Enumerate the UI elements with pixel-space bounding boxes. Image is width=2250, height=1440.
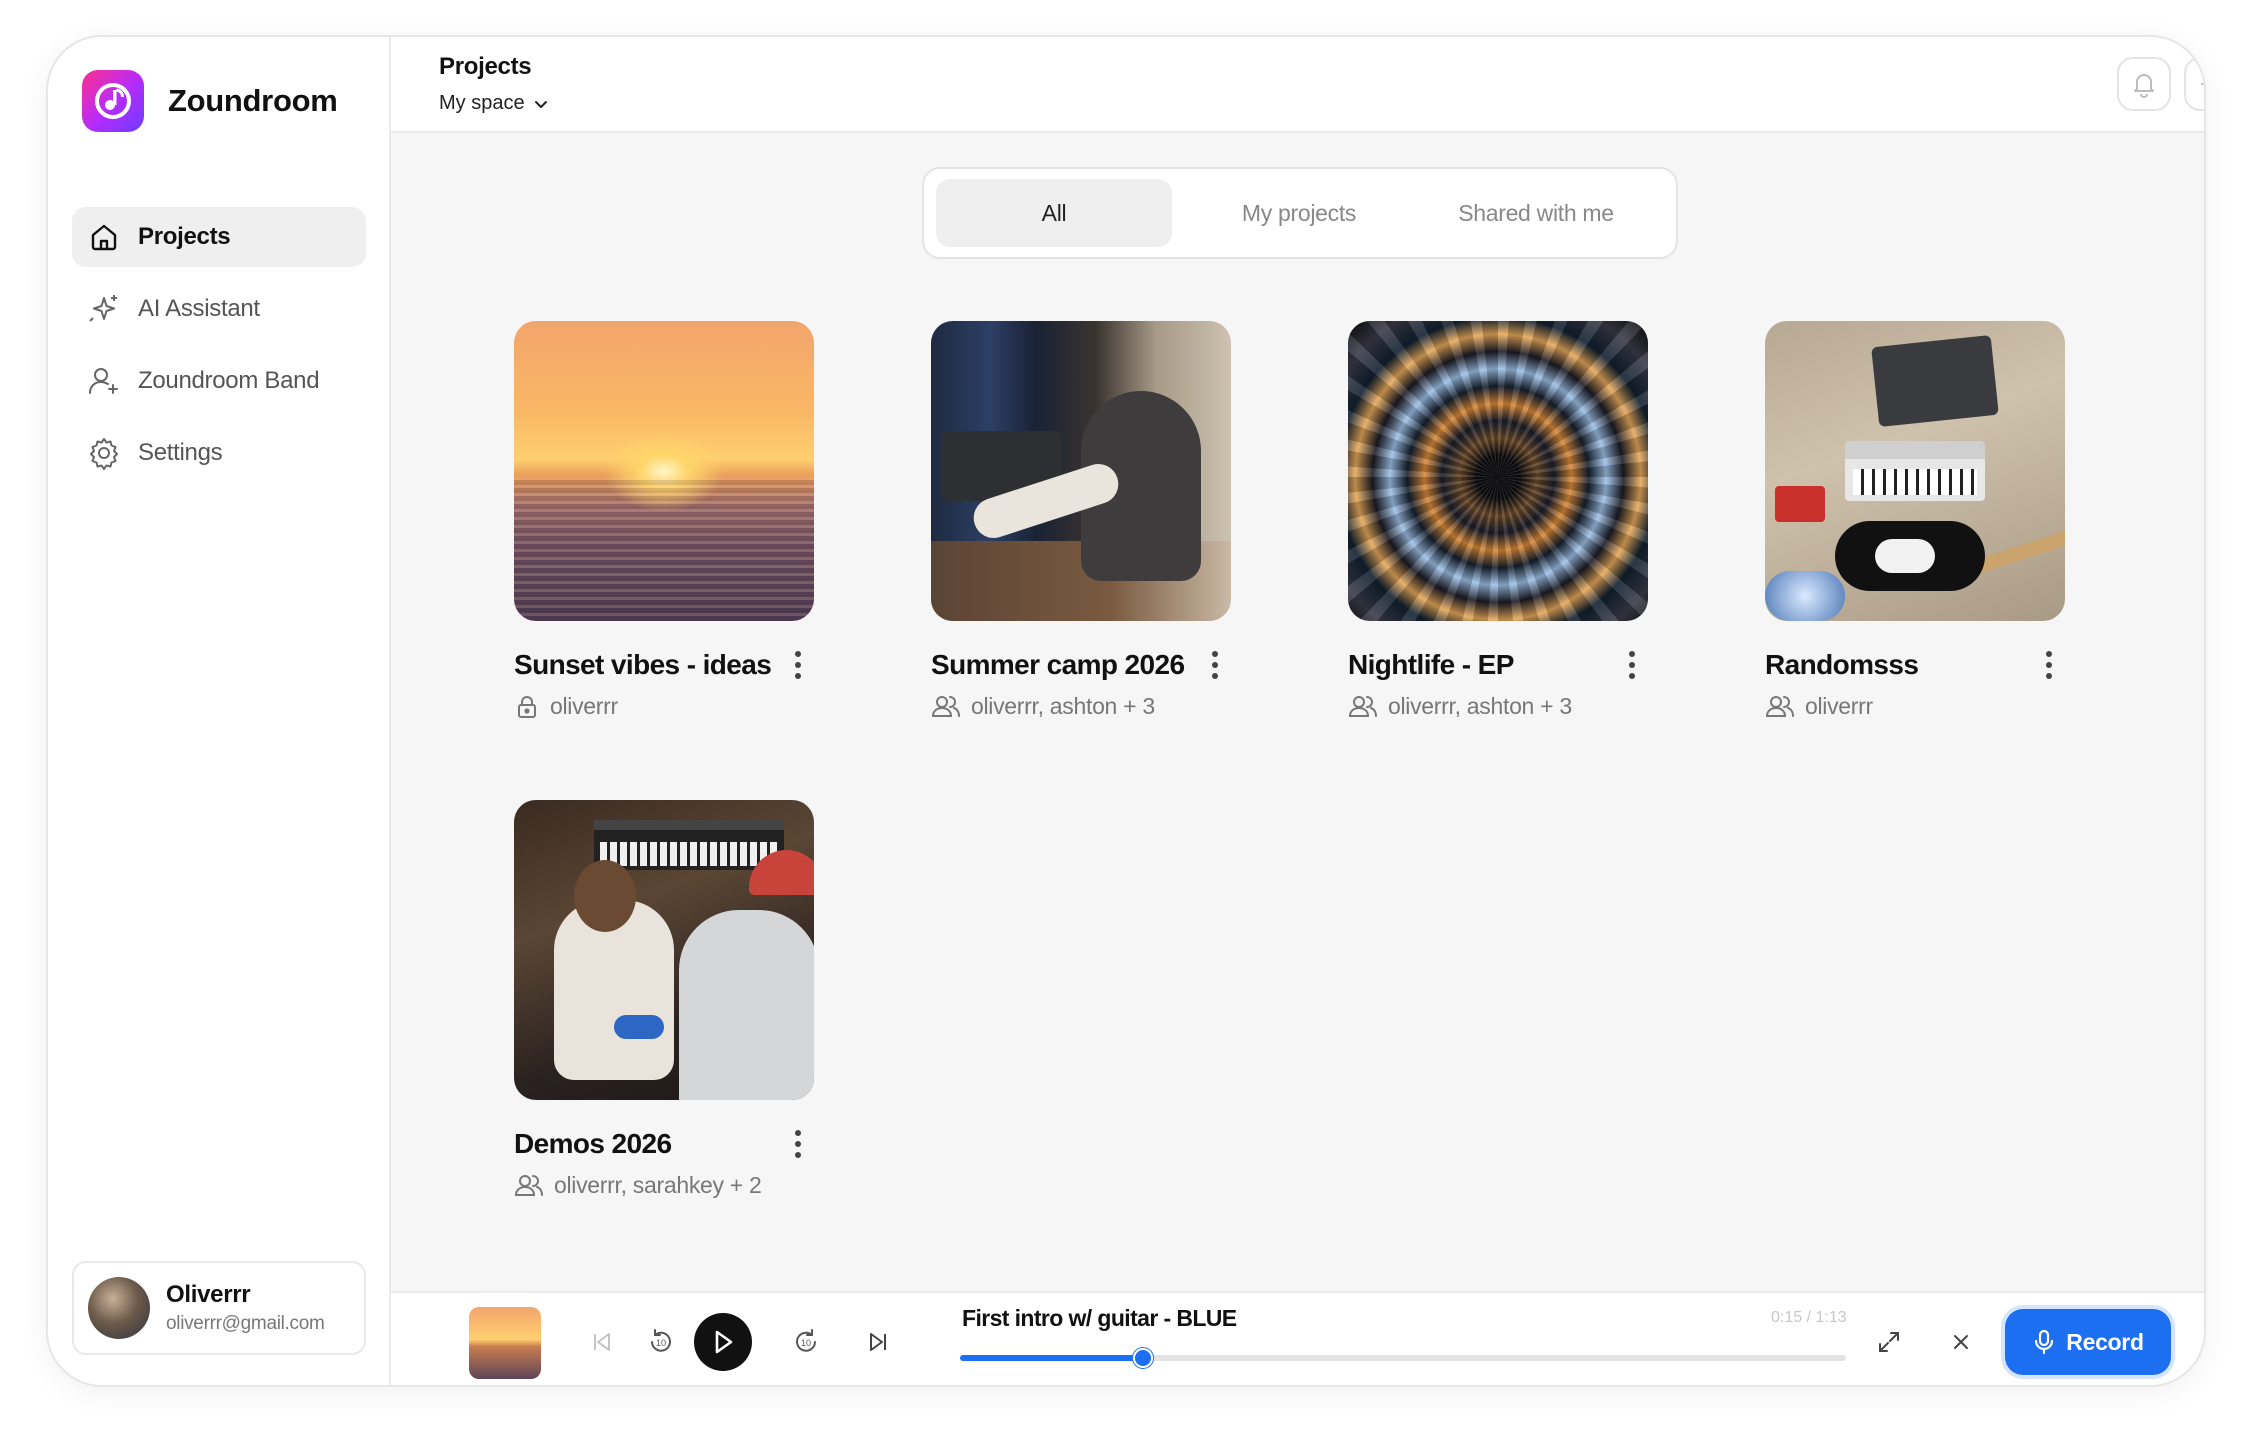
gear-icon (84, 433, 124, 473)
expand-player-button[interactable] (1864, 1317, 1914, 1367)
rewind-10-icon: 10 (651, 1329, 671, 1352)
page-title: Projects (439, 53, 532, 80)
forward-10-button[interactable]: 10 (781, 1317, 831, 1367)
project-members: oliverrr, sarahkey + 2 (554, 1172, 762, 1198)
project-thumbnail[interactable] (1765, 321, 2065, 621)
more-options-icon[interactable] (786, 647, 810, 683)
bell-icon (2134, 74, 2154, 98)
project-card[interactable]: Randomsss oliverrr (1765, 321, 2065, 720)
users-icon (514, 1174, 543, 1196)
project-thumbnail[interactable] (514, 800, 814, 1100)
next-track-button[interactable] (853, 1317, 903, 1367)
user-plus-icon (84, 361, 124, 401)
rewind-10-button[interactable]: 10 (636, 1317, 686, 1367)
user-name: Oliverrr (166, 1281, 251, 1308)
user-email: oliverrr@gmail.com (166, 1313, 325, 1334)
users-icon (1348, 695, 1377, 717)
more-options-icon[interactable] (1620, 647, 1644, 683)
space-selector[interactable]: My space (439, 92, 549, 115)
project-title: Nightlife - EP (1348, 649, 1514, 680)
project-thumbnail[interactable] (514, 321, 814, 621)
play-button[interactable] (694, 1313, 752, 1371)
project-members: oliverrr (1805, 693, 1873, 719)
notifications-button[interactable] (2117, 57, 2171, 111)
app-window: Zoundroom Projects AI Assistant Zoundroo… (46, 35, 2206, 1387)
audio-player-bar: 10 10 First intro w/ guitar - BLUE 0:15 … (391, 1291, 2204, 1385)
project-title: Demos 2026 (514, 1128, 672, 1159)
project-title: Summer camp 2026 (931, 649, 1185, 680)
track-thumbnail[interactable] (469, 1307, 541, 1379)
sidebar-item-zoundroom-band[interactable]: Zoundroom Band (72, 351, 366, 411)
sidebar-nav: Projects AI Assistant Zoundroom Band Set… (72, 207, 366, 495)
forward-10-icon: 10 (796, 1329, 816, 1352)
sparkles-icon (84, 289, 124, 329)
add-project-button[interactable] (2184, 57, 2204, 111)
sidebar-item-label: Settings (138, 439, 223, 466)
sidebar-item-label: Projects (138, 223, 231, 250)
progress-bar[interactable] (960, 1348, 1846, 1368)
sidebar-item-settings[interactable]: Settings (72, 423, 366, 483)
project-title: Sunset vibes - ideas (514, 649, 772, 680)
sidebar-item-ai-assistant[interactable]: AI Assistant (72, 279, 366, 339)
project-filter-tabs: All My projects Shared with me (922, 167, 1678, 259)
sidebar-item-label: Zoundroom Band (138, 367, 320, 394)
record-label: Record (2066, 1328, 2144, 1355)
project-card[interactable]: Nightlife - EP oliverrr, ashton + 3 (1348, 321, 1648, 720)
tab-all[interactable]: All (936, 179, 1172, 247)
progress-handle[interactable] (1133, 1348, 1154, 1368)
expand-icon (1879, 1332, 1899, 1352)
user-profile-card[interactable]: Oliverrr oliverrr@gmail.com (72, 1261, 366, 1355)
project-members: oliverrr, ashton + 3 (1388, 693, 1572, 719)
track-title: First intro w/ guitar - BLUE (962, 1305, 1237, 1331)
avatar (88, 1277, 150, 1339)
top-header: Projects My space (391, 37, 2204, 133)
project-card[interactable]: Sunset vibes - ideas oliverrr (514, 321, 814, 720)
svg-text:10: 10 (656, 1338, 666, 1348)
home-icon (84, 217, 124, 257)
brand[interactable]: Zoundroom (82, 70, 338, 132)
record-button[interactable]: Record (2005, 1309, 2171, 1375)
close-player-button[interactable] (1936, 1317, 1986, 1367)
project-title: Randomsss (1765, 649, 1919, 680)
project-card[interactable]: Summer camp 2026 oliverrr, ashton + 3 (931, 321, 1231, 720)
svg-text:10: 10 (801, 1338, 811, 1348)
more-options-icon[interactable] (2037, 647, 2061, 683)
plus-icon (2201, 83, 2204, 85)
tab-my-projects[interactable]: My projects (1172, 179, 1426, 247)
close-icon (1954, 1335, 1968, 1349)
lock-icon (518, 695, 536, 718)
play-icon (715, 1330, 733, 1354)
skip-forward-icon (870, 1333, 886, 1351)
space-selector-label: My space (439, 92, 525, 114)
sidebar-item-projects[interactable]: Projects (72, 207, 366, 267)
project-members: oliverrr, ashton + 3 (971, 693, 1155, 719)
app-logo-icon (82, 70, 144, 132)
users-icon (931, 695, 960, 717)
previous-track-button[interactable] (577, 1317, 627, 1367)
app-name: Zoundroom (168, 83, 338, 118)
sidebar-item-label: AI Assistant (138, 295, 260, 322)
sidebar: Zoundroom Projects AI Assistant Zoundroo… (48, 37, 391, 1385)
tab-shared-with-me[interactable]: Shared with me (1426, 179, 1646, 247)
project-members: oliverrr (550, 693, 618, 719)
track-time: 0:15 / 1:13 (1771, 1309, 1847, 1326)
more-options-icon[interactable] (1203, 647, 1227, 683)
more-options-icon[interactable] (786, 1126, 810, 1162)
project-thumbnail[interactable] (1348, 321, 1648, 621)
users-icon (1765, 695, 1794, 717)
project-thumbnail[interactable] (931, 321, 1231, 621)
progress-fill (960, 1355, 1144, 1361)
microphone-icon (2035, 1329, 2054, 1355)
project-card[interactable]: Demos 2026 oliverrr, sarahkey + 2 (514, 800, 814, 1199)
skip-back-icon (594, 1333, 610, 1351)
chevron-down-icon (534, 100, 547, 108)
